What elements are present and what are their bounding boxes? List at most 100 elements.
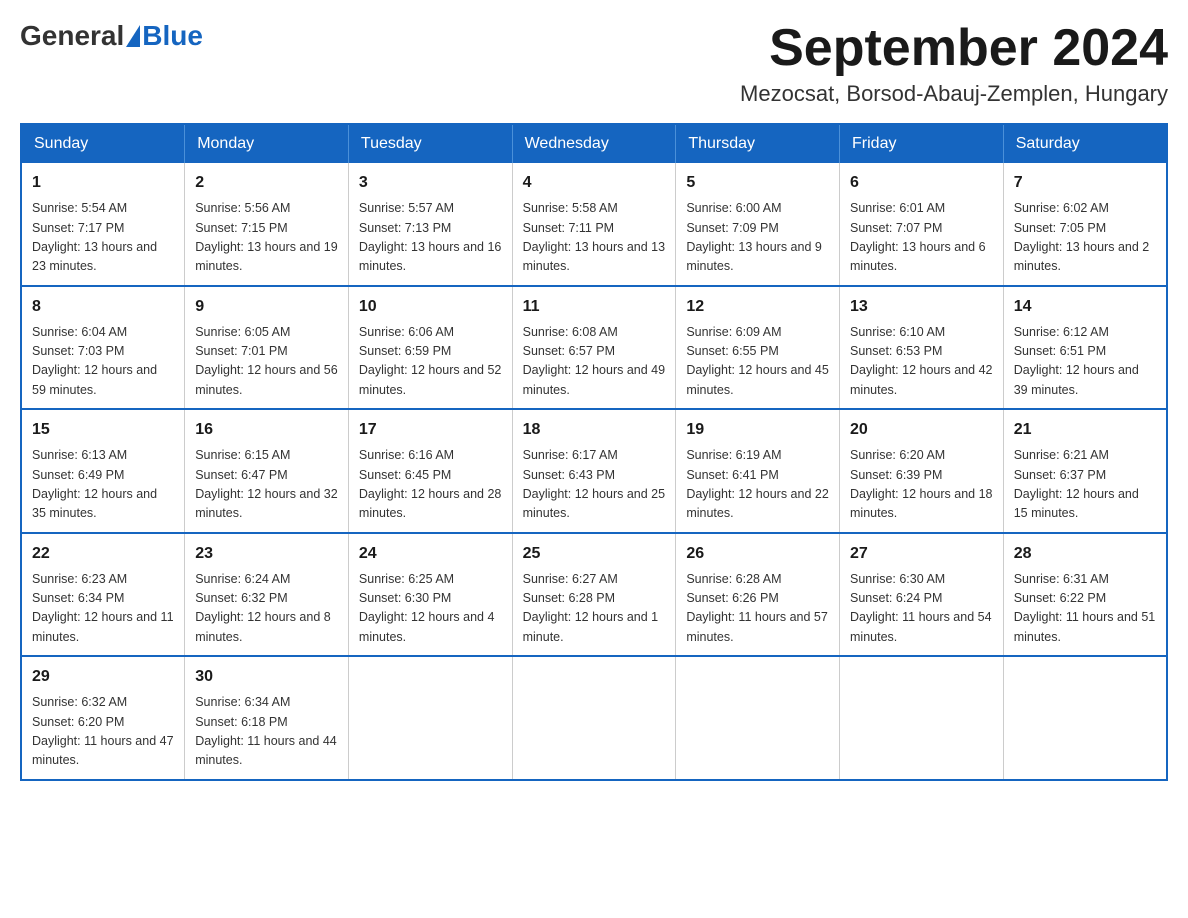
day-number: 23 [195, 542, 338, 566]
day-info: Sunrise: 6:25 AMSunset: 6:30 PMDaylight:… [359, 570, 502, 648]
day-number: 16 [195, 418, 338, 442]
calendar-cell: 19Sunrise: 6:19 AMSunset: 6:41 PMDayligh… [676, 409, 840, 533]
day-number: 2 [195, 171, 338, 195]
day-number: 17 [359, 418, 502, 442]
calendar-week-4: 22 Sunrise: 6:23 AMSunset: 6:34 PMDayligh… [21, 533, 1167, 657]
day-info: Sunrise: 6:24 AMSunset: 6:32 PMDaylight:… [195, 570, 338, 648]
calendar-cell: 16Sunrise: 6:15 AMSunset: 6:47 PMDayligh… [185, 409, 349, 533]
day-info: Sunrise: 5:57 AMSunset: 7:13 PMDaylight:… [359, 199, 502, 277]
calendar-cell: 7 Sunrise: 6:02 AMSunset: 7:05 PMDaylight… [1003, 163, 1167, 286]
day-info: Sunrise: 6:30 AMSunset: 6:24 PMDaylight:… [850, 570, 993, 648]
day-info: Sunrise: 6:27 AMSunset: 6:28 PMDaylight:… [523, 570, 666, 648]
day-info: Sunrise: 6:06 AMSunset: 6:59 PMDaylight:… [359, 323, 502, 401]
day-number: 18 [523, 418, 666, 442]
calendar-cell: 14 Sunrise: 6:12 AMSunset: 6:51 PMDayligh… [1003, 286, 1167, 410]
day-info: Sunrise: 6:16 AMSunset: 6:45 PMDaylight:… [359, 446, 502, 524]
day-number: 30 [195, 665, 338, 689]
calendar-cell [676, 656, 840, 780]
weekday-header-monday: Monday [185, 124, 349, 163]
calendar-cell [512, 656, 676, 780]
calendar-cell: 5 Sunrise: 6:00 AMSunset: 7:09 PMDaylight… [676, 163, 840, 286]
calendar-cell: 29Sunrise: 6:32 AMSunset: 6:20 PMDayligh… [21, 656, 185, 780]
day-info: Sunrise: 6:13 AMSunset: 6:49 PMDaylight:… [32, 446, 174, 524]
logo-triangle-icon [126, 25, 140, 47]
calendar-cell: 21 Sunrise: 6:21 AMSunset: 6:37 PMDayligh… [1003, 409, 1167, 533]
day-number: 29 [32, 665, 174, 689]
calendar-cell: 17 Sunrise: 6:16 AMSunset: 6:45 PMDayligh… [348, 409, 512, 533]
calendar-cell [840, 656, 1004, 780]
day-number: 22 [32, 542, 174, 566]
day-info: Sunrise: 6:34 AMSunset: 6:18 PMDaylight:… [195, 693, 338, 771]
logo-text: General Blue [20, 20, 203, 52]
day-info: Sunrise: 6:17 AMSunset: 6:43 PMDaylight:… [523, 446, 666, 524]
calendar-cell: 15 Sunrise: 6:13 AMSunset: 6:49 PMDayligh… [21, 409, 185, 533]
weekday-header-friday: Friday [840, 124, 1004, 163]
calendar-cell: 30 Sunrise: 6:34 AMSunset: 6:18 PMDayligh… [185, 656, 349, 780]
calendar-cell: 26Sunrise: 6:28 AMSunset: 6:26 PMDayligh… [676, 533, 840, 657]
day-number: 15 [32, 418, 174, 442]
weekday-header-saturday: Saturday [1003, 124, 1167, 163]
calendar-cell: 3 Sunrise: 5:57 AMSunset: 7:13 PMDaylight… [348, 163, 512, 286]
calendar-cell: 6 Sunrise: 6:01 AMSunset: 7:07 PMDaylight… [840, 163, 1004, 286]
day-info: Sunrise: 5:58 AMSunset: 7:11 PMDaylight:… [523, 199, 666, 277]
weekday-header-wednesday: Wednesday [512, 124, 676, 163]
calendar-cell: 25 Sunrise: 6:27 AMSunset: 6:28 PMDayligh… [512, 533, 676, 657]
month-title: September 2024 [740, 20, 1168, 77]
day-number: 20 [850, 418, 993, 442]
calendar-cell: 11 Sunrise: 6:08 AMSunset: 6:57 PMDayligh… [512, 286, 676, 410]
day-number: 28 [1014, 542, 1156, 566]
day-info: Sunrise: 6:23 AMSunset: 6:34 PMDaylight:… [32, 570, 174, 648]
day-number: 26 [686, 542, 829, 566]
day-number: 14 [1014, 295, 1156, 319]
day-number: 10 [359, 295, 502, 319]
logo: General Blue [20, 20, 203, 52]
day-info: Sunrise: 6:00 AMSunset: 7:09 PMDaylight:… [686, 199, 829, 277]
day-info: Sunrise: 6:01 AMSunset: 7:07 PMDaylight:… [850, 199, 993, 277]
title-area: September 2024 Mezocsat, Borsod-Abauj-Ze… [740, 20, 1168, 107]
day-number: 24 [359, 542, 502, 566]
calendar-cell: 20Sunrise: 6:20 AMSunset: 6:39 PMDayligh… [840, 409, 1004, 533]
calendar-cell: 8 Sunrise: 6:04 AMSunset: 7:03 PMDaylight… [21, 286, 185, 410]
page-header: General Blue September 2024 Mezocsat, Bo… [20, 20, 1168, 107]
calendar-week-1: 1Sunrise: 5:54 AMSunset: 7:17 PMDaylight… [21, 163, 1167, 286]
logo-blue: Blue [142, 20, 203, 52]
weekday-header-row: SundayMondayTuesdayWednesdayThursdayFrid… [21, 124, 1167, 163]
day-number: 21 [1014, 418, 1156, 442]
day-number: 1 [32, 171, 174, 195]
day-info: Sunrise: 6:31 AMSunset: 6:22 PMDaylight:… [1014, 570, 1156, 648]
day-number: 13 [850, 295, 993, 319]
day-number: 3 [359, 171, 502, 195]
calendar-cell: 2Sunrise: 5:56 AMSunset: 7:15 PMDaylight… [185, 163, 349, 286]
day-info: Sunrise: 6:04 AMSunset: 7:03 PMDaylight:… [32, 323, 174, 401]
day-info: Sunrise: 6:21 AMSunset: 6:37 PMDaylight:… [1014, 446, 1156, 524]
day-info: Sunrise: 6:02 AMSunset: 7:05 PMDaylight:… [1014, 199, 1156, 277]
day-info: Sunrise: 6:12 AMSunset: 6:51 PMDaylight:… [1014, 323, 1156, 401]
calendar-cell: 4Sunrise: 5:58 AMSunset: 7:11 PMDaylight… [512, 163, 676, 286]
day-info: Sunrise: 6:09 AMSunset: 6:55 PMDaylight:… [686, 323, 829, 401]
day-info: Sunrise: 6:10 AMSunset: 6:53 PMDaylight:… [850, 323, 993, 401]
day-number: 9 [195, 295, 338, 319]
weekday-header-tuesday: Tuesday [348, 124, 512, 163]
calendar-cell: 12 Sunrise: 6:09 AMSunset: 6:55 PMDayligh… [676, 286, 840, 410]
location-title: Mezocsat, Borsod-Abauj-Zemplen, Hungary [740, 81, 1168, 107]
day-number: 25 [523, 542, 666, 566]
calendar-cell: 9 Sunrise: 6:05 AMSunset: 7:01 PMDaylight… [185, 286, 349, 410]
day-number: 5 [686, 171, 829, 195]
day-number: 11 [523, 295, 666, 319]
day-number: 8 [32, 295, 174, 319]
day-number: 12 [686, 295, 829, 319]
day-info: Sunrise: 6:05 AMSunset: 7:01 PMDaylight:… [195, 323, 338, 401]
weekday-header-sunday: Sunday [21, 124, 185, 163]
calendar-cell: 13 Sunrise: 6:10 AMSunset: 6:53 PMDayligh… [840, 286, 1004, 410]
calendar-cell [348, 656, 512, 780]
calendar-cell: 24 Sunrise: 6:25 AMSunset: 6:30 PMDayligh… [348, 533, 512, 657]
calendar-table: SundayMondayTuesdayWednesdayThursdayFrid… [20, 123, 1168, 781]
calendar-week-2: 8 Sunrise: 6:04 AMSunset: 7:03 PMDaylight… [21, 286, 1167, 410]
day-number: 6 [850, 171, 993, 195]
day-info: Sunrise: 6:08 AMSunset: 6:57 PMDaylight:… [523, 323, 666, 401]
day-number: 7 [1014, 171, 1156, 195]
calendar-week-3: 15 Sunrise: 6:13 AMSunset: 6:49 PMDayligh… [21, 409, 1167, 533]
calendar-cell: 27Sunrise: 6:30 AMSunset: 6:24 PMDayligh… [840, 533, 1004, 657]
calendar-cell: 22 Sunrise: 6:23 AMSunset: 6:34 PMDayligh… [21, 533, 185, 657]
calendar-cell: 1Sunrise: 5:54 AMSunset: 7:17 PMDaylight… [21, 163, 185, 286]
